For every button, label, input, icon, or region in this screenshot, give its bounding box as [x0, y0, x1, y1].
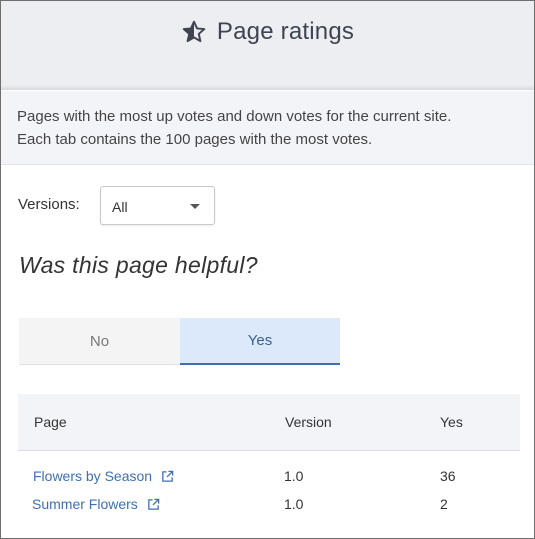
versions-label: Versions: [18, 196, 80, 213]
count-cell: 2 [440, 496, 448, 512]
caret-down-icon [190, 204, 200, 209]
page-link[interactable]: Flowers by Season [33, 468, 174, 484]
external-link-icon [162, 470, 174, 482]
ratings-table: Page Version Yes Flowers by Season 1.0 3… [18, 394, 520, 519]
panel-header: Page ratings [1, 1, 534, 90]
header-shadow [1, 85, 534, 89]
description-line-1: Pages with the most up votes and down vo… [17, 108, 452, 125]
table-row: Summer Flowers 1.0 2 [18, 491, 520, 519]
helpful-question: Was this page helpful? [19, 252, 258, 278]
versions-selected-value: All [112, 199, 128, 215]
page-link-text: Flowers by Season [33, 468, 153, 484]
tab-yes[interactable]: Yes [180, 318, 340, 365]
page-ratings-panel: Page ratings Pages with the most up vote… [0, 0, 535, 539]
versions-dropdown[interactable]: All [100, 186, 215, 225]
tab-yes-label: Yes [247, 332, 273, 349]
tab-no-label: No [89, 332, 110, 350]
external-link-icon [148, 498, 160, 510]
version-cell: 1.0 [284, 496, 304, 512]
page-link-text: Summer Flowers [32, 496, 138, 512]
tab-no[interactable]: No [19, 318, 180, 365]
page-title: Page ratings [216, 18, 355, 45]
version-cell: 1.0 [284, 468, 304, 484]
column-header-page[interactable]: Page [34, 414, 67, 430]
column-header-version[interactable]: Version [285, 414, 332, 430]
description-line-2: Each tab contains the 100 pages with the… [17, 131, 373, 148]
page-link[interactable]: Summer Flowers [32, 496, 160, 512]
star-half-icon [182, 20, 206, 43]
column-header-count[interactable]: Yes [440, 414, 463, 430]
header-title-wrap: Page ratings [1, 15, 534, 49]
description: Pages with the most up votes and down vo… [1, 91, 534, 165]
table-header: Page Version Yes [18, 394, 520, 451]
count-cell: 36 [440, 468, 456, 484]
table-row: Flowers by Season 1.0 36 [18, 463, 520, 491]
vote-tabs: No Yes [19, 318, 340, 365]
